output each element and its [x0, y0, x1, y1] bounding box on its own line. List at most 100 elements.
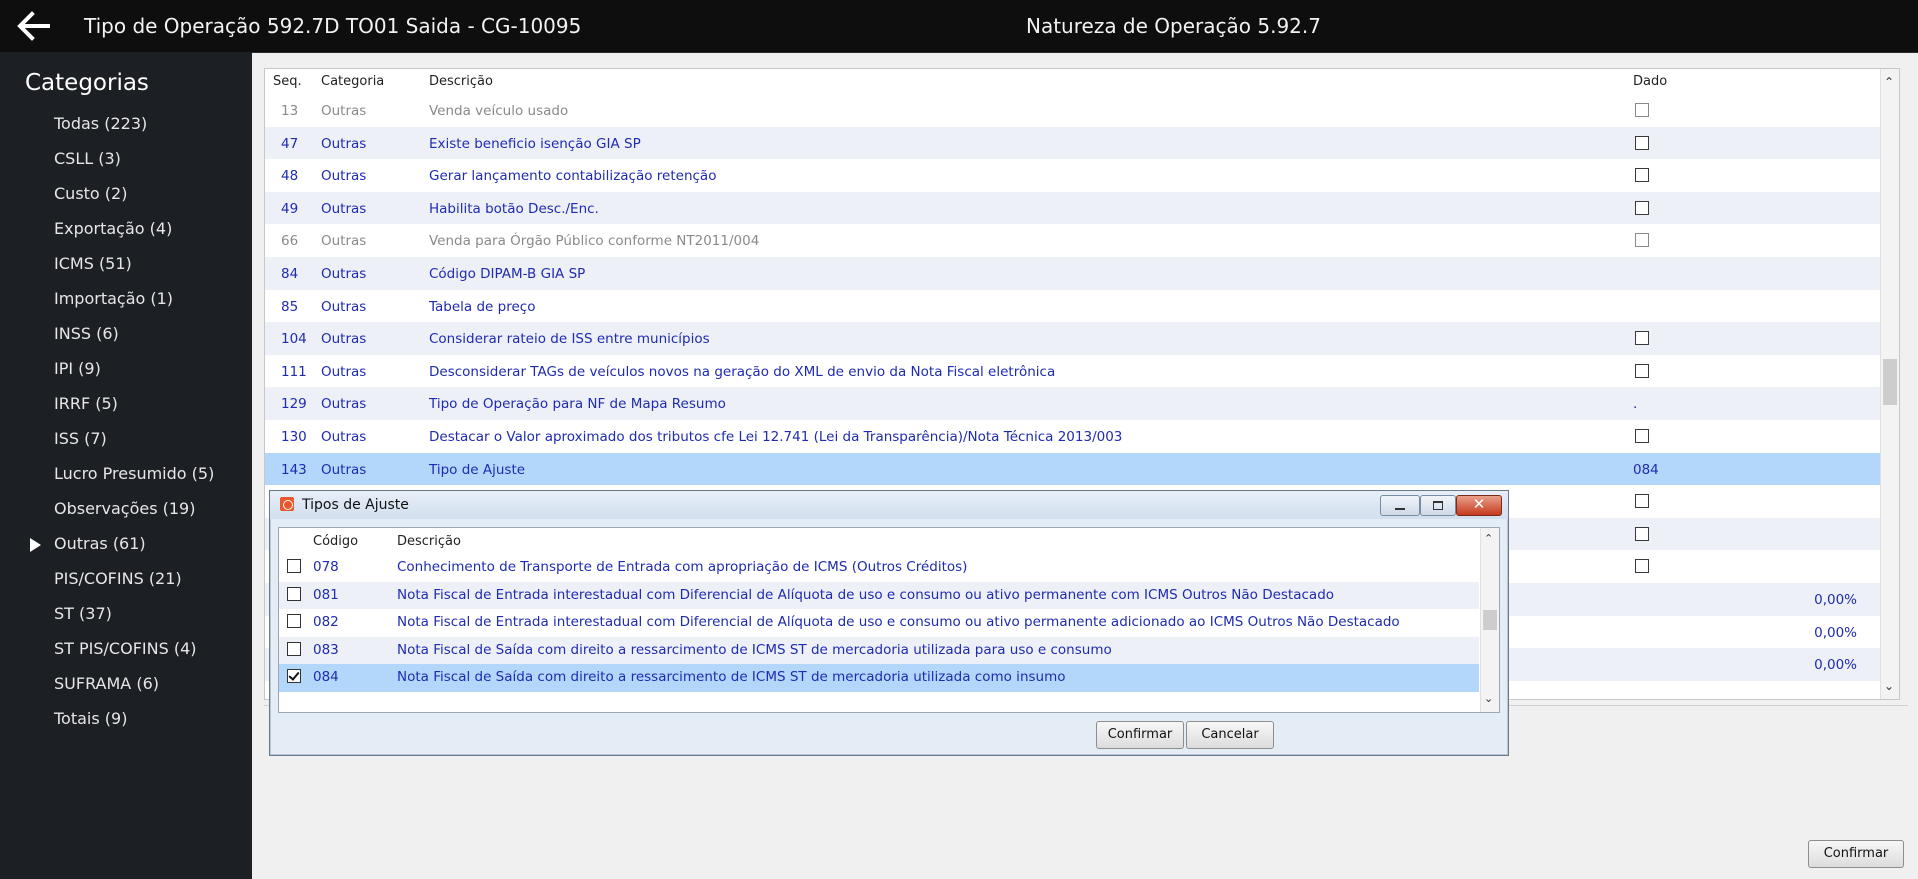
scrollbar-thumb[interactable]	[1483, 610, 1497, 630]
dado-checkbox[interactable]	[1635, 526, 1649, 541]
sidebar-item-label: Custo (2)	[54, 184, 128, 203]
sidebar-item[interactable]: ST PIS/COFINS (4)	[0, 631, 252, 666]
dialog-cancel-button[interactable]: Cancelar	[1186, 721, 1274, 749]
cell-descricao: Habilita botão Desc./Enc.	[429, 200, 599, 217]
cell-categoria: Outras	[321, 331, 367, 348]
dado-checkbox[interactable]	[1635, 331, 1649, 346]
sidebar-item[interactable]: INSS (6)	[0, 316, 252, 351]
sidebar-item[interactable]: ST (37)	[0, 596, 252, 631]
table-row[interactable]: 130 Outras Destacar o Valor aproximado dos…	[265, 420, 1881, 453]
column-header-categoria[interactable]: Categoria	[321, 74, 384, 89]
minimize-icon[interactable]	[1380, 495, 1420, 516]
cell-seq: 13	[281, 103, 299, 119]
grid-scrollbar[interactable]: ⌃ ⌄	[1880, 69, 1899, 699]
sidebar-item[interactable]: Exportação (4)	[0, 211, 252, 246]
table-row[interactable]: 111 Outras Desconsiderar TAGs de veículos …	[265, 355, 1881, 388]
cell-dado[interactable]: 0,00%	[1814, 625, 1857, 641]
sidebar-item[interactable]: PIS/COFINS (21)	[0, 561, 252, 596]
table-row[interactable]: 13 Outras Venda veículo usado	[265, 94, 1881, 127]
cell-seq: 130	[281, 428, 307, 445]
sidebar-item[interactable]: Todas (223)	[0, 106, 252, 141]
cell-descricao: Nota Fiscal de Saída com direito a ressa…	[397, 669, 1066, 685]
dado-checkbox[interactable]	[1635, 233, 1649, 248]
column-header-descricao[interactable]: Descrição	[429, 74, 493, 89]
row-checkbox[interactable]	[287, 669, 301, 683]
dado-checkbox[interactable]	[1635, 168, 1649, 183]
dado-checkbox[interactable]	[1635, 428, 1649, 443]
cell-descricao: Considerar rateio de ISS entre município…	[429, 331, 710, 348]
back-button[interactable]	[16, 10, 56, 42]
column-header-dado[interactable]: Dado	[1633, 74, 1667, 89]
row-checkbox[interactable]	[287, 559, 301, 573]
sidebar-item[interactable]: Outras (61)	[0, 526, 252, 561]
cell-codigo: 083	[313, 641, 339, 658]
cell-descricao: Nota Fiscal de Entrada interestadual com…	[397, 614, 1400, 630]
cell-seq: 104	[281, 331, 307, 348]
cell-categoria: Outras	[321, 103, 367, 119]
dialog-scrollbar[interactable]: ⌃ ⌄	[1480, 528, 1499, 712]
scrollbar-thumb[interactable]	[1883, 359, 1897, 405]
cell-dado[interactable]: 0,00%	[1814, 657, 1857, 673]
table-row[interactable]: 129 Outras Tipo de Operação para NF de Map…	[265, 387, 1881, 420]
table-row[interactable]: 85 Outras Tabela de preço	[265, 290, 1881, 323]
sidebar-item[interactable]: ICMS (51)	[0, 246, 252, 281]
triangle-right-icon	[30, 538, 41, 552]
confirm-button[interactable]: Confirmar	[1808, 840, 1904, 868]
close-icon[interactable]: ✕	[1456, 495, 1502, 516]
cell-categoria: Outras	[321, 428, 367, 445]
list-item[interactable]: 083 Nota Fiscal de Saída com direito a re…	[279, 636, 1479, 664]
sidebar-item[interactable]: SUFRAMA (6)	[0, 666, 252, 701]
dialog-title-bar[interactable]: Tipos de Ajuste ✕	[270, 491, 1508, 519]
cell-dado[interactable]: 0,00%	[1814, 592, 1857, 608]
table-row[interactable]: 47 Outras Existe beneficio isenção GIA SP	[265, 126, 1881, 160]
column-header-codigo[interactable]: Código	[313, 534, 358, 549]
column-header-descricao[interactable]: Descrição	[397, 534, 461, 549]
list-item[interactable]: 081 Nota Fiscal de Entrada interestadual …	[279, 581, 1479, 609]
list-item[interactable]: 078 Conhecimento de Transporte de Entrada…	[279, 554, 1479, 582]
cell-seq: 85	[281, 298, 299, 315]
cell-descricao: Conhecimento de Transporte de Entrada co…	[397, 559, 968, 575]
cell-dado[interactable]: .	[1633, 396, 1637, 412]
dado-checkbox[interactable]	[1635, 135, 1649, 150]
row-checkbox[interactable]	[287, 614, 301, 628]
column-header-seq[interactable]: Seq.	[273, 74, 302, 89]
dado-checkbox[interactable]	[1635, 200, 1649, 215]
table-row[interactable]: 104 Outras Considerar rateio de ISS entre …	[265, 322, 1881, 355]
chevron-up-icon[interactable]: ⌃	[1884, 75, 1894, 89]
chevron-up-icon[interactable]: ⌃	[1484, 532, 1493, 545]
sidebar-item[interactable]: Custo (2)	[0, 176, 252, 211]
sidebar-item[interactable]: Importação (1)	[0, 281, 252, 316]
list-item[interactable]: 082 Nota Fiscal de Entrada interestadual …	[279, 609, 1479, 637]
sidebar-item[interactable]: IPI (9)	[0, 351, 252, 386]
cell-categoria: Outras	[321, 461, 367, 478]
sidebar-item[interactable]: Observações (19)	[0, 491, 252, 526]
dado-checkbox[interactable]	[1635, 494, 1649, 509]
cell-categoria: Outras	[321, 396, 367, 413]
sidebar-item[interactable]: ISS (7)	[0, 421, 252, 456]
dado-checkbox[interactable]	[1635, 559, 1649, 574]
dado-checkbox[interactable]	[1635, 103, 1649, 117]
sidebar-item[interactable]: IRRF (5)	[0, 386, 252, 421]
table-row[interactable]: 48 Outras Gerar lançamento contabilização …	[265, 159, 1881, 192]
sidebar-item[interactable]: CSLL (3)	[0, 141, 252, 176]
cell-dado[interactable]: 084	[1633, 462, 1659, 478]
table-row[interactable]: 143 Outras Tipo de Ajuste 084	[265, 452, 1881, 486]
sidebar-item[interactable]: Totais (9)	[0, 701, 252, 736]
sidebar-item-label: Lucro Presumido (5)	[54, 464, 215, 483]
row-checkbox[interactable]	[287, 641, 301, 656]
list-item[interactable]: 084 Nota Fiscal de Saída com direito a re…	[279, 664, 1479, 692]
row-checkbox[interactable]	[287, 586, 301, 601]
table-row[interactable]: 66 Outras Venda para Órgão Público conform…	[265, 224, 1881, 257]
cell-seq: 129	[281, 396, 307, 413]
sidebar-item[interactable]: Lucro Presumido (5)	[0, 456, 252, 491]
chevron-down-icon[interactable]: ⌄	[1484, 692, 1493, 705]
grid-header: Seq. Categoria Descrição Dado	[265, 69, 1881, 93]
maximize-icon[interactable]	[1420, 495, 1456, 516]
chevron-down-icon[interactable]: ⌄	[1884, 679, 1894, 693]
dialog-confirm-button[interactable]: Confirmar	[1096, 721, 1184, 749]
dado-checkbox[interactable]	[1635, 363, 1649, 378]
cell-seq: 111	[281, 363, 307, 380]
cell-seq: 66	[281, 233, 299, 250]
table-row[interactable]: 49 Outras Habilita botão Desc./Enc.	[265, 191, 1881, 225]
table-row[interactable]: 84 Outras Código DIPAM-B GIA SP	[265, 256, 1881, 290]
